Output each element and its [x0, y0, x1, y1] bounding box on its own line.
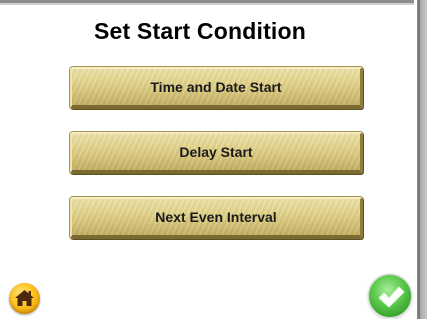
checkmark-icon	[378, 286, 405, 308]
page-title: Set Start Condition	[93, 18, 307, 44]
top-frame-border	[0, 0, 427, 9]
confirm-button[interactable]	[368, 274, 412, 318]
next-even-interval-button[interactable]: Next Even Interval	[70, 197, 363, 239]
delay-start-button[interactable]: Delay Start	[70, 132, 363, 174]
right-frame-border	[414, 0, 427, 319]
next-even-interval-label: Next Even Interval	[155, 209, 277, 225]
time-and-date-start-button[interactable]: Time and Date Start	[70, 67, 363, 109]
home-icon	[15, 290, 34, 306]
delay-start-label: Delay Start	[179, 144, 253, 160]
time-and-date-start-label: Time and Date Start	[150, 79, 282, 95]
home-button[interactable]	[9, 283, 40, 314]
